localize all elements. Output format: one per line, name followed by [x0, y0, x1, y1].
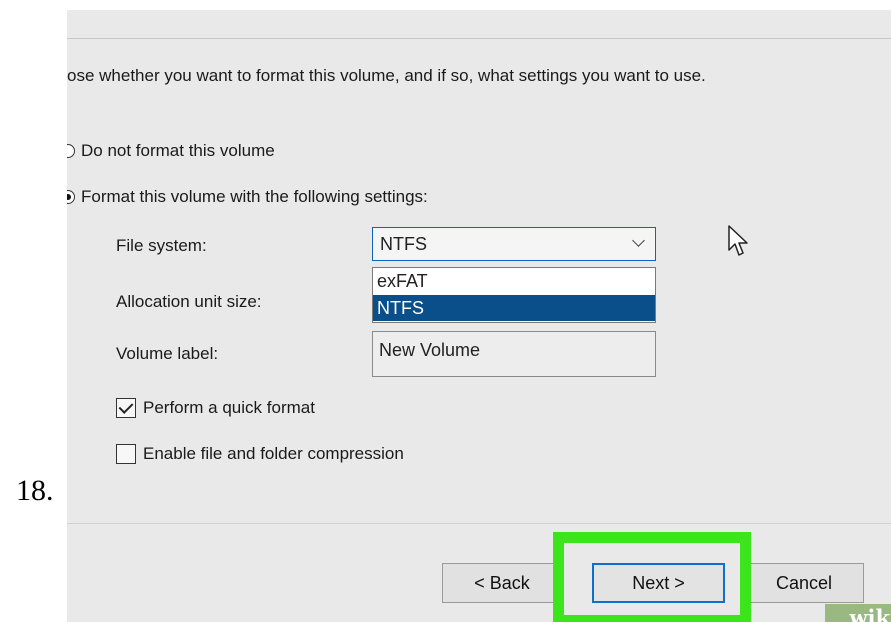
radio-checked-icon[interactable] — [67, 190, 75, 204]
wikihow-watermark: wikiHow — [825, 604, 891, 622]
header-divider — [67, 38, 891, 39]
next-button-highlight — [553, 532, 751, 622]
mouse-cursor-icon — [728, 225, 748, 256]
compression-option[interactable]: Enable file and folder compression — [116, 444, 404, 464]
quick-format-option[interactable]: Perform a quick format — [116, 398, 315, 418]
volume-label-label: Volume label: — [116, 344, 219, 363]
cancel-button[interactable]: Cancel — [744, 563, 864, 603]
allocation-unit-size-label: Allocation unit size: — [116, 292, 262, 311]
checkbox-unchecked-icon[interactable] — [116, 444, 136, 464]
wikihow-step-image: 18. ose whether you want to format this … — [0, 0, 891, 622]
file-system-dropdown-list: exFAT NTFS — [372, 267, 656, 323]
radio-unchecked-icon[interactable] — [67, 144, 75, 158]
compression-label: Enable file and folder compression — [143, 444, 404, 463]
footer-divider — [67, 523, 891, 524]
file-system-value: NTFS — [380, 234, 427, 254]
format-label: Format this volume with the following se… — [81, 187, 428, 206]
volume-label-input[interactable]: New Volume — [372, 331, 656, 377]
chevron-down-icon[interactable] — [632, 234, 645, 247]
quick-format-label: Perform a quick format — [143, 398, 315, 417]
checkbox-checked-icon[interactable] — [116, 398, 136, 418]
file-system-label: File system: — [116, 236, 207, 255]
file-system-select[interactable]: NTFS — [372, 227, 656, 261]
dropdown-option-ntfs[interactable]: NTFS — [373, 295, 655, 321]
no-format-label: Do not format this volume — [81, 141, 275, 160]
no-format-radio-option[interactable]: Do not format this volume — [67, 141, 275, 161]
step-number: 18. — [16, 474, 54, 507]
format-partition-dialog: ose whether you want to format this volu… — [67, 10, 891, 622]
volume-label-value: New Volume — [379, 340, 481, 360]
format-radio-option[interactable]: Format this volume with the following se… — [67, 187, 428, 207]
back-button[interactable]: < Back — [442, 563, 562, 603]
dialog-instruction: ose whether you want to format this volu… — [67, 66, 706, 85]
dropdown-option-exfat[interactable]: exFAT — [373, 268, 655, 294]
